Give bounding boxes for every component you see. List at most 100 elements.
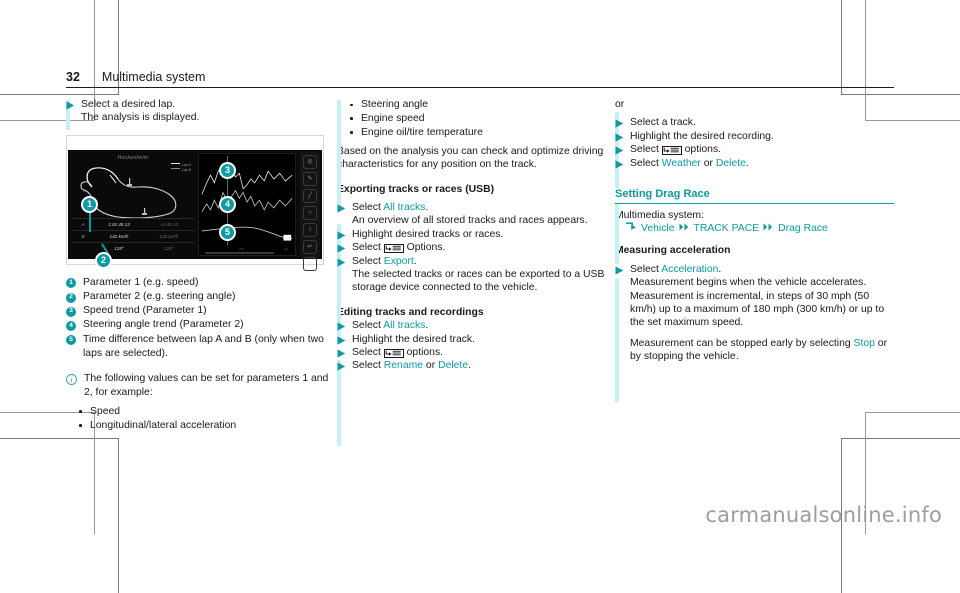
toolbar-info-icon[interactable]: i (303, 222, 317, 237)
step-edit-select-options: Select options. (337, 346, 612, 359)
menu-link-acceleration[interactable]: Acceleration (661, 264, 718, 275)
legend-number: 5 (66, 335, 76, 346)
list-item: Engine speed (337, 112, 612, 126)
toolbar-back-icon[interactable]: ↵ (303, 239, 317, 254)
toolbar-target-icon[interactable]: ◎ (303, 154, 317, 169)
infotainment-screen: Hockenheim Lap A Lap B A A 1:01:45.13 +1… (68, 149, 322, 271)
heading-setting-drag-race: Setting Drag Race (615, 187, 894, 205)
bullet-text: Engine speed (361, 112, 425, 124)
callout-4: 4 (219, 195, 236, 213)
step-prefix: Select (352, 255, 384, 267)
step-prefix: Select (630, 263, 662, 275)
menu-link-all-tracks[interactable]: All tracks (383, 202, 425, 213)
step-select-acceleration: Select Acceleration. Measurement begins … (615, 263, 894, 364)
lap-value-2: +1:45.13 (159, 221, 178, 227)
options-icon[interactable] (383, 243, 404, 254)
chevron-double-right-icon (763, 222, 774, 236)
step-prefix: Select (352, 347, 384, 358)
step-highlight-recording: Highlight the desired recording. (615, 130, 894, 143)
step-suffix: . (718, 263, 722, 275)
step-prefix: Select (352, 201, 384, 213)
step-edit-highlight-track: Highlight the desired track. (337, 333, 612, 346)
menu-link-delete[interactable]: Delete (716, 158, 746, 169)
step-select-lap-subtext: The analysis is displayed. (81, 112, 200, 124)
svg-text:A: A (82, 188, 86, 193)
bullet-icon (350, 112, 354, 120)
menu-link-export[interactable]: Export (384, 256, 414, 267)
menu-link-all-tracks[interactable]: All tracks (383, 320, 425, 331)
step-arrow-icon (615, 116, 624, 129)
step-suffix: options. (681, 144, 722, 156)
bullet-icon (79, 419, 83, 427)
toolbar-pen-icon[interactable]: ✎ (303, 171, 317, 186)
info-note-text: The following values can be set for para… (84, 373, 329, 398)
page-number: 32 (66, 70, 80, 84)
options-icon[interactable] (661, 145, 682, 156)
step-recording-options: Select options. (615, 143, 894, 156)
column-right: or Select a track. Highlight the desired… (612, 98, 894, 468)
bullet-icon (350, 98, 354, 107)
step-subtext: The selected tracks or races can be expo… (352, 268, 605, 294)
callout-3: 3 (219, 161, 236, 179)
toolbar-compass-icon[interactable]: ◌ (303, 256, 317, 271)
bullet-icon (79, 405, 83, 413)
callout-5: 5 (219, 223, 236, 241)
page-header: 32 Multimedia system (66, 70, 894, 88)
step-suffix: . (425, 201, 429, 213)
breadcrumb: Vehicle TRACK PACE Drag Race (615, 222, 894, 236)
menu-link-weather[interactable]: Weather (662, 158, 701, 169)
breadcrumb-item-vehicle[interactable]: Vehicle (641, 222, 675, 236)
list-item: 1 Parameter 1 (e.g. speed) (66, 276, 334, 290)
step-edit-rename-delete: Select Rename or Delete. (337, 359, 612, 372)
side-toolbar[interactable]: ◎ ✎ ╱ ○ i ↵ ◌ (300, 151, 320, 271)
legend-number: 3 (66, 306, 76, 317)
heading-measuring-acceleration: Measuring acceleration (615, 245, 731, 257)
legend-text: Parameter 2 (e.g. steering angle) (83, 291, 236, 303)
breadcrumb-item-track-pace[interactable]: TRACK PACE (694, 222, 760, 236)
step-select-lap: Select a desired lap. The analysis is di… (66, 98, 334, 125)
list-item: 2 Parameter 2 (e.g. steering angle) (66, 290, 334, 304)
step-text: Highlight the desired recording. (630, 130, 774, 142)
list-item: Longitudinal/lateral acceleration (66, 419, 334, 433)
step-select-all-tracks: Select All tracks. An overview of all st… (337, 201, 612, 228)
options-icon[interactable] (383, 348, 404, 359)
heading-editing: Editing tracks and recordings (337, 306, 484, 318)
callout-line-1 (89, 209, 91, 232)
menu-link-delete[interactable]: Delete (438, 360, 468, 371)
list-item: Steering angle (337, 98, 612, 112)
step-suffix: options. (403, 347, 444, 358)
heading-exporting: Exporting tracks or races (USB) (337, 183, 495, 195)
lap-label: B (81, 233, 85, 239)
track-outline-icon: A (80, 167, 177, 219)
column-middle: Steering angle Engine speed Engine oil/t… (334, 98, 612, 468)
lap-label: A (81, 221, 85, 227)
callout-1: 1 (81, 195, 98, 213)
menu-link-rename[interactable]: Rename (384, 360, 423, 371)
step-prefix: Select (630, 144, 662, 156)
step-suffix: . (425, 320, 429, 332)
corner-arrow-icon (625, 222, 637, 236)
step-prefix: Select (352, 320, 384, 332)
menu-link-stop[interactable]: Stop (854, 338, 875, 349)
measurement-description: Measurement begins when the vehicle acce… (630, 277, 885, 329)
lap-value-1: 1:01:45.13 (108, 221, 130, 227)
step-arrow-icon (337, 333, 346, 346)
step-arrow-icon (337, 241, 346, 254)
step-text: Highlight desired tracks or races. (352, 228, 504, 240)
legend-number: 4 (66, 320, 76, 331)
stop-description-prefix: Measurement can be stopped early by sele… (630, 337, 854, 349)
step-weather-delete: Select Weather or Delete. (615, 157, 894, 170)
step-arrow-icon (615, 143, 624, 156)
toolbar-circle-icon[interactable]: ○ (303, 205, 317, 220)
step-edit-select-all-tracks: Select All tracks. (337, 319, 612, 332)
list-item: Engine oil/tire temperature (337, 126, 612, 140)
step-select-options: Select Options. (337, 241, 612, 254)
step-arrow-icon (66, 98, 75, 111)
list-item: 3 Speed trend (Parameter 1) (66, 304, 334, 318)
toolbar-chart-icon[interactable]: ╱ (303, 188, 317, 203)
step-arrow-icon (615, 130, 624, 143)
step-suffix: Options. (403, 242, 446, 254)
breadcrumb-item-drag-race[interactable]: Drag Race (778, 222, 828, 236)
step-arrow-icon (337, 255, 346, 268)
legend-number: 2 (66, 292, 76, 303)
